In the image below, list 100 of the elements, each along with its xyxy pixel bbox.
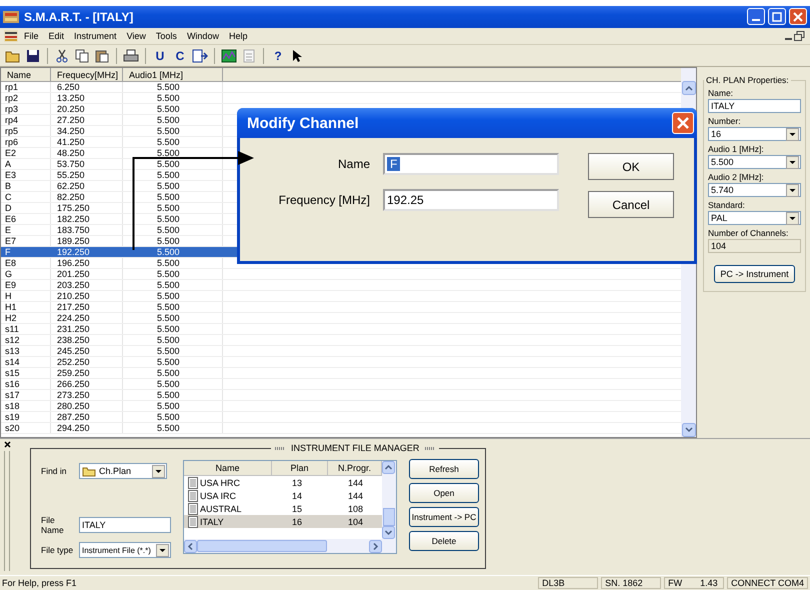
table-cell-text: 5.500 — [156, 204, 181, 212]
table-cell-text: 104 — [347, 516, 364, 527]
text-field[interactable]: ITALY — [79, 517, 171, 534]
table-cell-text: 5.500 — [156, 226, 181, 234]
table-cell-text: 196.250 — [56, 259, 91, 268]
dialog-title: Modify Channel — [247, 114, 360, 132]
list-row[interactable]: USA HRC 13 144 — [184, 476, 382, 490]
list-row[interactable]: ITALY 16 104 — [184, 515, 382, 528]
table-cell-text: 5.500 — [156, 369, 181, 378]
table-cell-text: s18 — [4, 402, 21, 410]
table-cell-text: 5.500 — [156, 94, 181, 102]
table-cell-text: 144 — [347, 478, 364, 488]
dialog-button[interactable]: OK — [588, 153, 674, 180]
field-label: Number of Channels: — [708, 228, 790, 238]
field-label: Number: — [708, 116, 742, 126]
table-cell-text: 252.250 — [56, 358, 91, 366]
table-cell-text: 175.250 — [56, 204, 91, 212]
text-field[interactable]: F — [383, 153, 559, 175]
text-field[interactable]: 192.25 — [383, 189, 559, 211]
table-cell-text: 5.500 — [156, 160, 181, 168]
status-pane: SN. 1862 — [601, 577, 662, 590]
table-cell-text: 238.250 — [56, 336, 91, 344]
table-cell-text: H1 — [4, 303, 18, 312]
table-cell-text: 5.500 — [156, 281, 181, 290]
table-cell-text: rp5 — [4, 127, 20, 136]
menu-item[interactable]: View — [122, 30, 150, 41]
dropdown[interactable]: Instrument File (*.*) — [79, 542, 171, 558]
table-cell-text: E7 — [4, 237, 18, 246]
table-cell-text: 245.250 — [56, 347, 91, 356]
window-title: S.M.A.R.T. - [ITALY] — [24, 10, 134, 24]
table-cell-text: rp4 — [4, 116, 20, 124]
field-label: Name: — [708, 88, 734, 98]
table-cell-text: 5.500 — [156, 314, 181, 322]
dropdown[interactable]: 5.500 — [708, 155, 801, 170]
column-header[interactable]: Plan — [272, 461, 328, 476]
table-cell-text: C — [4, 193, 12, 202]
table-cell-text: 231.250 — [56, 325, 91, 334]
menu-item[interactable]: Instrument — [70, 30, 121, 41]
table-row[interactable]: F 192.250 5.500 — [1, 247, 237, 258]
dropdown[interactable]: 16 — [708, 127, 801, 142]
file-action-button[interactable]: Refresh — [409, 459, 479, 480]
pc-to-instrument-button[interactable]: PC -> Instrument — [714, 265, 795, 284]
table-cell-text: 5.500 — [156, 270, 181, 278]
toolbar-button[interactable]: U — [151, 46, 169, 65]
table-cell-text: 5.500 — [156, 259, 181, 268]
table-cell-text: E3 — [4, 171, 18, 180]
table-cell-text: E — [4, 226, 12, 234]
table-cell-text: E8 — [4, 259, 18, 268]
field-label: File Name — [41, 515, 65, 536]
table-cell-text: 5.500 — [156, 248, 181, 256]
table-cell-text: 280.250 — [56, 402, 91, 410]
table-cell-text: s17 — [4, 391, 21, 400]
table-cell-text: 27.250 — [56, 116, 86, 124]
table-cell-text: 16 — [291, 516, 304, 527]
table-cell-text: s15 — [4, 369, 21, 378]
read-only-field: 104 — [708, 239, 801, 254]
table-cell-text: s20 — [4, 424, 21, 432]
toolbar-button[interactable]: ? — [269, 46, 287, 65]
dropdown[interactable]: Ch.Plan — [79, 463, 167, 480]
toolbar-button[interactable]: C — [171, 46, 189, 65]
table-cell-text: 217.250 — [56, 303, 91, 312]
table-row[interactable]: E7 189.250 5.500 — [1, 236, 237, 248]
menu-item[interactable]: File — [20, 30, 43, 41]
column-header[interactable]: Name — [184, 461, 272, 476]
table-cell-text: B — [4, 182, 12, 190]
file-action-button[interactable]: Instrument -> PC — [409, 507, 479, 528]
table-cell-text: 294.250 — [56, 424, 91, 432]
table-cell-text: H — [4, 292, 12, 300]
table-cell-text: 182.250 — [56, 215, 91, 224]
table-cell-text: 5.500 — [156, 292, 181, 300]
list-row[interactable]: AUSTRAL 15 108 — [184, 502, 382, 516]
menu-item[interactable]: Tools — [152, 30, 181, 41]
table-cell-text: 224.250 — [56, 314, 91, 322]
group-title: CH. PLAN Properties: — [705, 75, 790, 86]
status-pane: DL3B — [538, 577, 598, 590]
table-cell-text: 201.250 — [56, 270, 91, 278]
status-text: For Help, press F1 — [2, 578, 78, 588]
dialog-button[interactable]: Cancel — [588, 191, 674, 218]
table-cell-text: 5.500 — [156, 149, 181, 158]
list-row[interactable]: USA IRC 14 144 — [184, 489, 382, 502]
table-cell-text: 5.500 — [156, 424, 181, 432]
menu-item[interactable]: Help — [224, 30, 252, 41]
dropdown[interactable]: PAL — [708, 211, 801, 226]
table-cell-text: rp1 — [4, 83, 20, 92]
column-header[interactable]: Name — [1, 68, 51, 82]
table-cell: USA HRC — [200, 478, 240, 488]
table-cell: AUSTRAL — [200, 504, 242, 514]
file-action-button[interactable]: Open — [409, 483, 479, 504]
dropdown[interactable]: 5.740 — [708, 183, 801, 198]
menu-item[interactable]: Window — [182, 30, 223, 41]
column-header[interactable]: Frequecy[MHz] — [51, 68, 123, 82]
table-cell-text: 192.250 — [56, 248, 91, 256]
menu-item[interactable]: Edit — [44, 30, 68, 41]
table-cell-text: 53.750 — [56, 160, 86, 168]
table-cell-text: E2 — [4, 149, 18, 158]
file-action-button[interactable]: Delete — [409, 531, 479, 552]
field-label: Standard: — [708, 200, 746, 210]
text-field[interactable]: ITALY — [708, 99, 801, 114]
table-cell-text: 14 — [291, 490, 304, 501]
column-header[interactable]: Audio1 [MHz] — [123, 68, 223, 82]
